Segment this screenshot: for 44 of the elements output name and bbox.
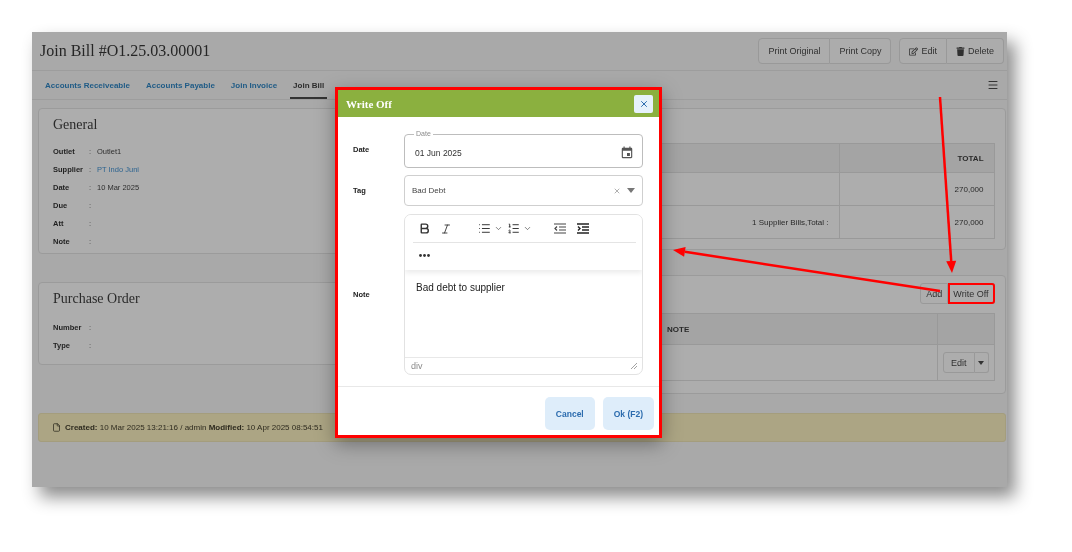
file-icon [52,423,61,432]
edit-icon [909,46,919,56]
bold-icon[interactable] [418,222,431,235]
outdent-icon[interactable] [554,223,566,234]
toolbar-button[interactable]: Write Off [948,283,995,304]
menu-icon[interactable] [987,79,999,91]
close-button[interactable] [634,94,653,113]
dialog-title: Write Off [346,97,392,110]
edit-button[interactable]: Edit [899,38,947,64]
card-title: Purchase Order [53,290,140,308]
toolbar-button[interactable]: Add [920,283,949,304]
trash-icon [956,46,965,56]
chevron-down-icon[interactable] [523,224,532,233]
ok-button[interactable]: Ok (F2) [602,397,654,430]
resize-handle-icon[interactable] [631,363,637,369]
caret-icon [978,360,984,365]
indent-icon[interactable] [577,223,589,234]
element-path: div [411,361,423,371]
table-cell: 1 Supplier Bills,Total : [752,217,829,227]
delete-button[interactable]: Delete [947,38,1004,64]
italic-icon[interactable] [440,222,452,235]
audit-text: Created: 10 Mar 2025 13:21:16 / admin Modified: 10 Apr 2025 08:54:51 [65,423,323,432]
close-icon [638,98,649,109]
card-title: General [53,116,98,134]
tab[interactable]: Accounts Payable [142,71,218,99]
tab[interactable]: Join Bill [290,71,328,99]
edit-button[interactable]: Edit [943,352,975,373]
cancel-button[interactable]: Cancel [544,397,595,430]
print-button[interactable]: Print Original [758,38,831,64]
numbered-list-icon[interactable] [507,222,520,235]
chevron-down-icon[interactable] [494,224,503,233]
caret-icon[interactable] [627,188,635,193]
more-icon[interactable] [419,253,430,257]
editor-text-area[interactable]: Bad debt to supplier [405,270,642,357]
print-button[interactable]: Print Copy [830,38,892,64]
tag-select[interactable]: Bad Debt [404,175,643,206]
page-title: Join Bill #O1.25.03.00001 [40,42,211,60]
tab[interactable]: Accounts Receiveable [42,71,133,99]
calendar-icon[interactable] [620,145,634,160]
bulleted-list-icon[interactable] [478,222,491,235]
table-cell: 270,000 [954,184,984,194]
column-header: TOTAL [839,144,995,172]
tab[interactable]: Join Invoice [227,71,281,99]
table-cell: 270,000 [954,217,984,227]
